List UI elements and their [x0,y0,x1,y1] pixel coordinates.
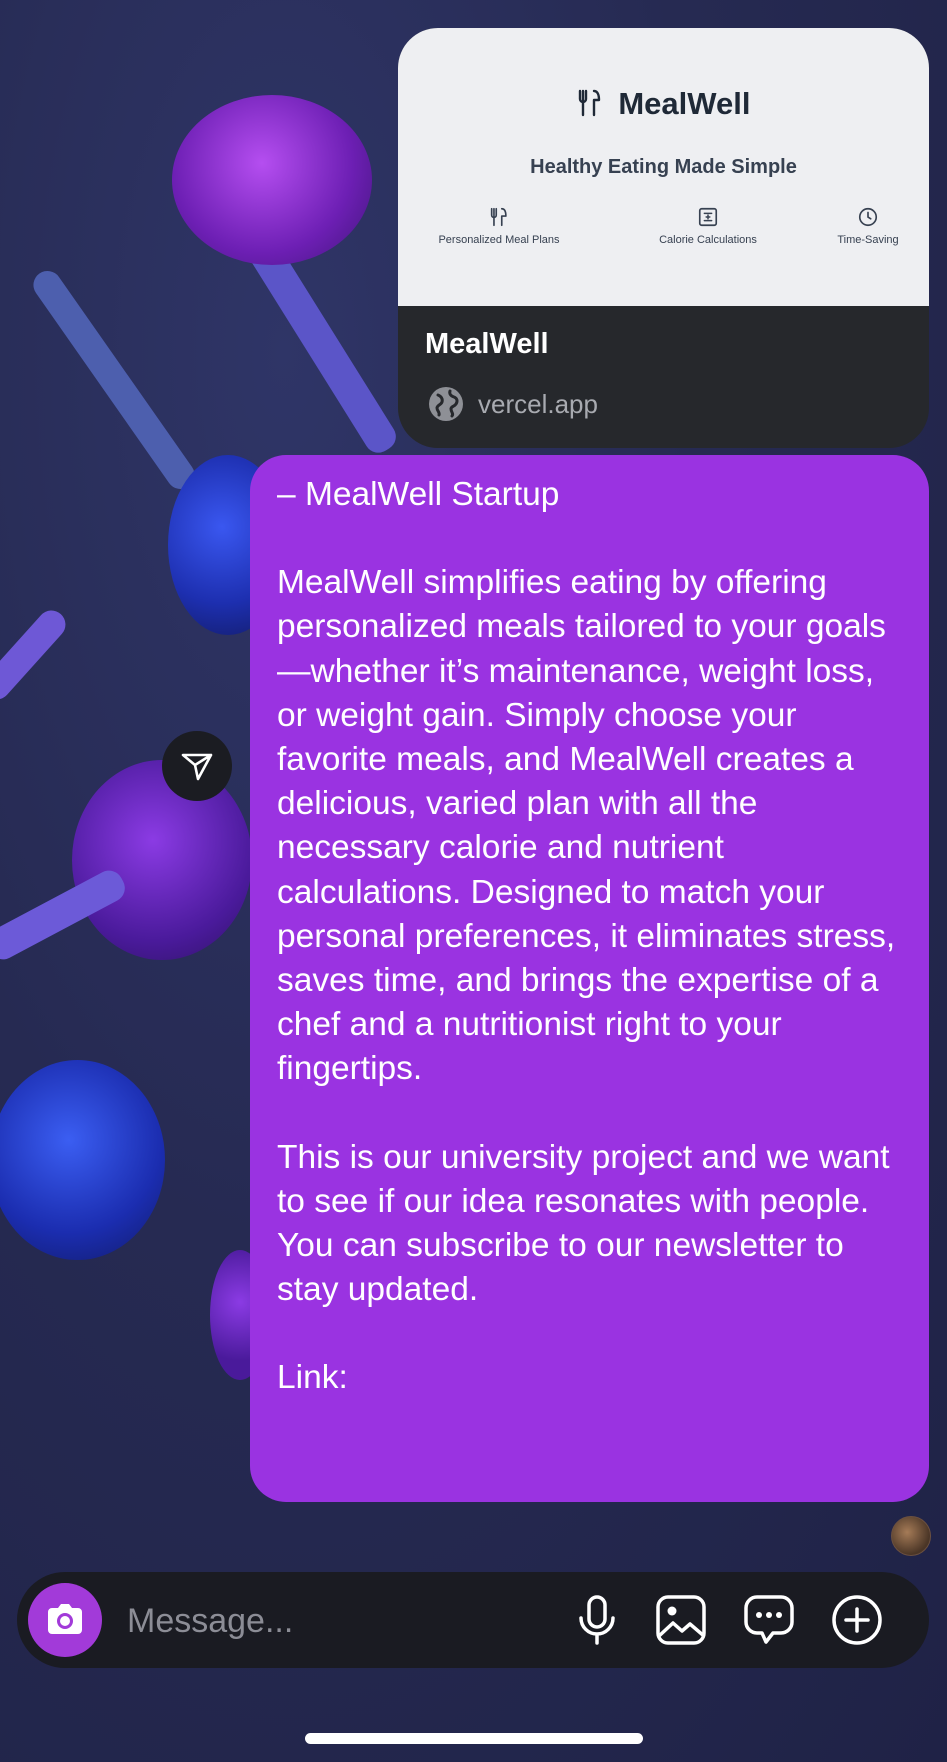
message-composer [17,1572,929,1668]
camera-icon [48,1604,82,1634]
preview-brand: MealWell [398,86,929,122]
microphone-button[interactable] [569,1592,625,1648]
gallery-icon [656,1595,706,1645]
message-bubble[interactable]: – MealWell Startup MealWell simplifies e… [250,455,929,1502]
sticker-icon [744,1595,794,1644]
clock-icon [858,207,878,227]
feature-time-saving: Time-Saving [818,206,918,246]
link-preview-image: MealWell Healthy Eating Made Simple Pers… [398,28,929,306]
utensils-icon [577,89,611,120]
sticker-button[interactable] [741,1592,797,1648]
message-link-label: Link: [277,1359,348,1397]
microphone-icon [579,1595,615,1645]
link-preview-card[interactable]: MealWell Healthy Eating Made Simple Pers… [398,28,929,448]
home-indicator[interactable] [305,1733,643,1744]
message-heading: – MealWell Startup [277,476,560,513]
avatar [891,1516,931,1556]
message-paragraph-1: MealWell simplifies eating by offering p… [277,564,896,1088]
preview-domain: vercel.app [428,386,598,422]
more-options-button[interactable] [829,1592,885,1648]
message-paragraph-2: This is our university project and we wa… [277,1138,890,1309]
send-icon [181,753,213,781]
feature-calorie-calculations: Calorie Calculations [638,206,778,246]
gallery-button[interactable] [653,1592,709,1648]
message-input[interactable] [125,1592,559,1650]
utensils-icon [490,207,507,227]
globe-icon [429,387,463,421]
calculator-icon [698,207,718,227]
share-button[interactable] [162,731,232,801]
feature-meal-plans: Personalized Meal Plans [434,206,564,246]
plus-icon [832,1595,882,1645]
preview-title: MealWell [425,328,549,360]
preview-tagline: Healthy Eating Made Simple [530,156,797,178]
camera-button[interactable] [28,1583,102,1657]
